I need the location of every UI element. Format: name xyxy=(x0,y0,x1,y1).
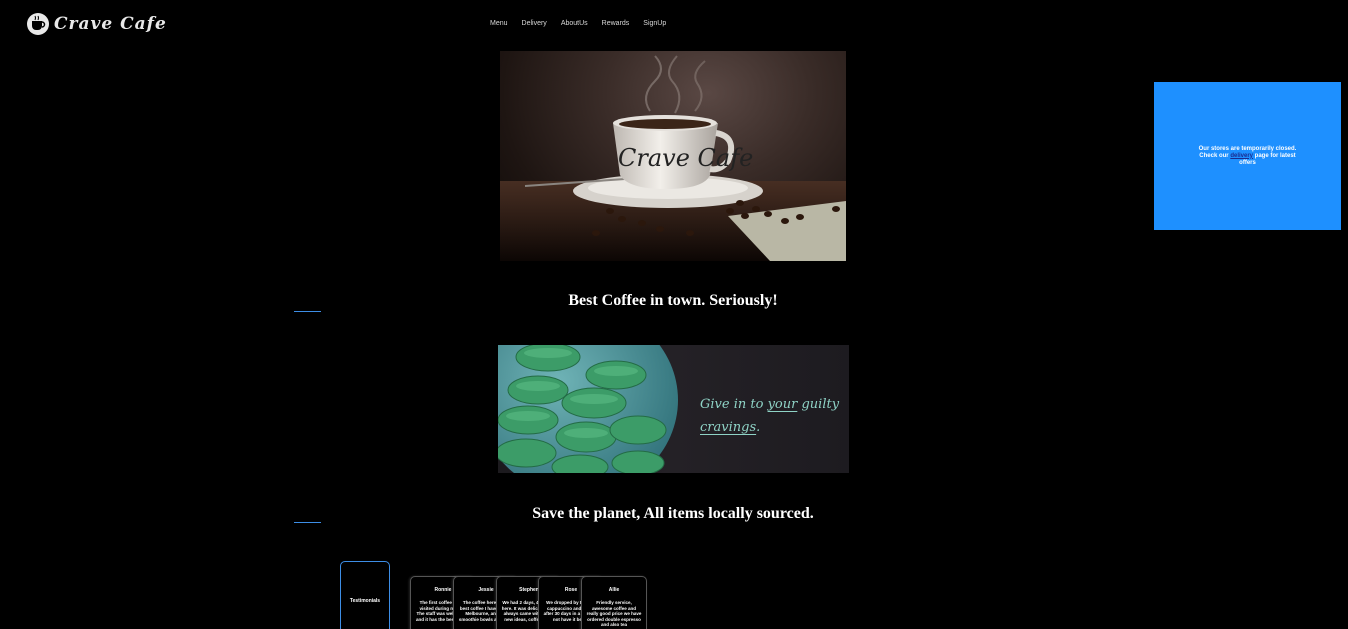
logo[interactable]: Crave Cafe xyxy=(26,12,167,36)
banner-text-cravings: cravings xyxy=(700,420,757,435)
banner-text-part-1: Give in to xyxy=(700,397,768,412)
nav-link-rewards[interactable]: Rewards xyxy=(602,18,630,29)
testimonial-text: Friendly service, awesome coffee and rea… xyxy=(586,600,642,627)
testimonials-tab-label: Testimonials xyxy=(349,598,381,604)
banner-tagline: Give in to your guilty cravings. xyxy=(700,393,845,439)
testimonial-card-allie[interactable]: Allie Friendly service, awesome coffee a… xyxy=(581,576,647,629)
nav-link-aboutus[interactable]: AboutUs xyxy=(561,18,588,29)
heading-save-planet: Save the planet, All items locally sourc… xyxy=(532,505,814,522)
banner-text-part-2: guilty xyxy=(797,397,840,412)
hero-coffee-image: Crave Cafe xyxy=(500,51,846,261)
nav-link-delivery[interactable]: Delivery xyxy=(522,18,547,29)
divider-accent-1 xyxy=(294,311,321,312)
main-nav: Menu Delivery AboutUs Rewards SignUp xyxy=(490,18,680,29)
logo-text: Crave Cafe xyxy=(54,14,167,34)
nav-link-menu[interactable]: Menu xyxy=(490,18,508,29)
banner-text-underlined: your xyxy=(767,397,798,412)
banner-text-period: . xyxy=(756,420,761,435)
page: Crave Cafe Menu Delivery AboutUs Rewards… xyxy=(0,0,1348,629)
divider-accent-2 xyxy=(294,522,321,523)
hero-cup-text: Crave Cafe xyxy=(618,144,753,172)
notice-delivery-link[interactable]: delivery xyxy=(1230,153,1253,159)
heading-best-coffee: Best Coffee in town. Seriously! xyxy=(568,292,778,309)
testimonials-tab[interactable]: Testimonials xyxy=(340,561,390,629)
macaron-banner-image: Give in to your guilty cravings. xyxy=(498,345,849,473)
store-closed-notice: Our stores are temporarily closed. Check… xyxy=(1154,82,1341,230)
notice-text: Our stores are temporarily closed. Check… xyxy=(1198,146,1298,167)
coffee-cup-logo-icon xyxy=(27,13,49,35)
nav-link-signup[interactable]: SignUp xyxy=(643,18,666,29)
testimonial-name: Allie xyxy=(608,587,620,593)
